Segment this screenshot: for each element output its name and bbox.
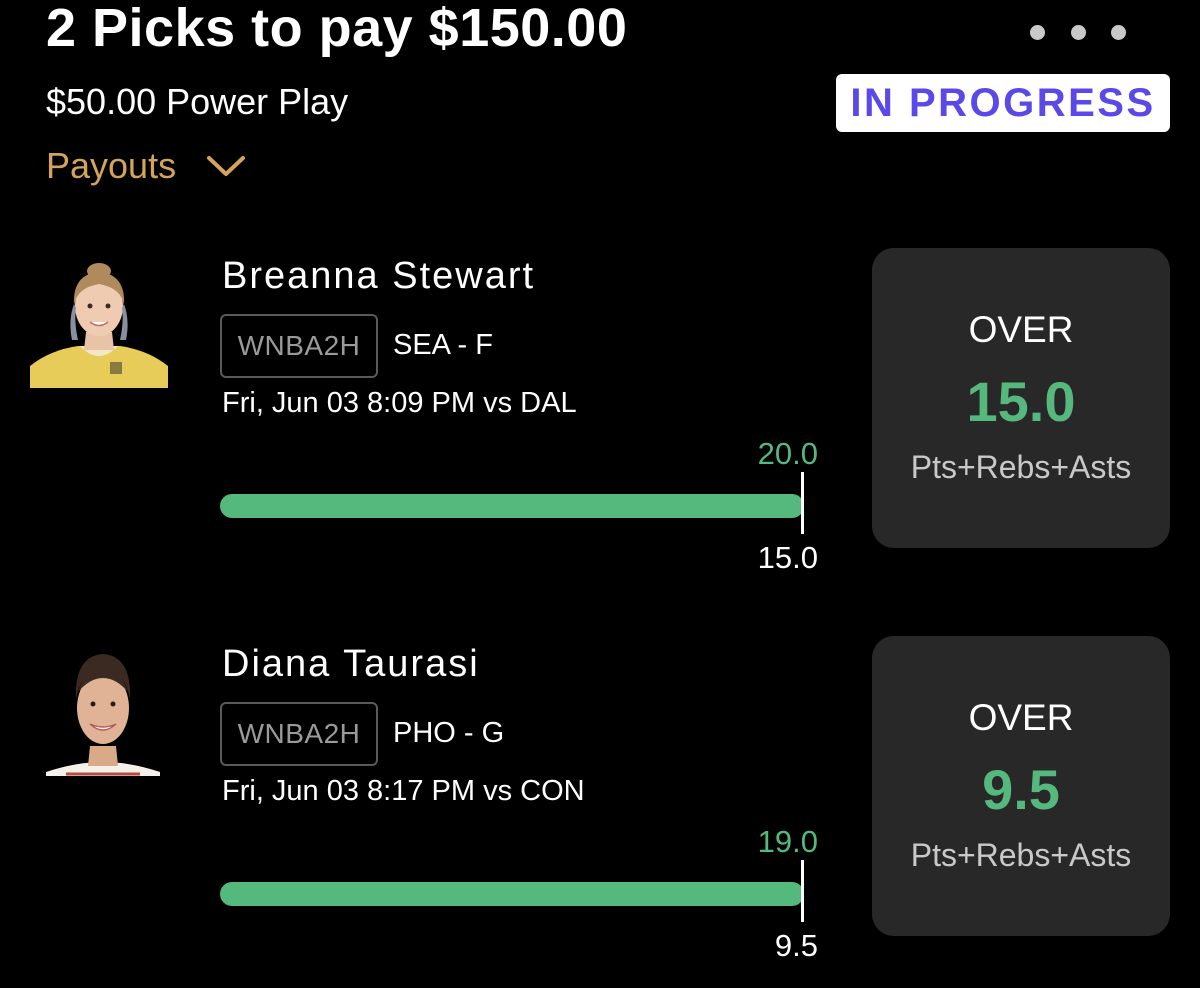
- status-badge: IN PROGRESS: [836, 74, 1170, 132]
- line-marker: [801, 472, 804, 534]
- payouts-toggle[interactable]: Payouts: [46, 146, 246, 186]
- progress-fill: [220, 882, 804, 906]
- line-marker: [801, 860, 804, 922]
- player-name: Diana Taurasi: [222, 643, 480, 685]
- payouts-label: Payouts: [46, 145, 177, 186]
- page-title: 2 Picks to pay $150.00: [46, 0, 628, 58]
- progress-fill: [220, 494, 804, 518]
- pick-card[interactable]: Diana Taurasi WNBA2H PHO - G Fri, Jun 03…: [0, 636, 1200, 976]
- team-position: SEA - F: [393, 329, 493, 361]
- projection-line: 9.5: [982, 758, 1060, 821]
- player-avatar: [46, 642, 160, 776]
- projection-card[interactable]: OVER 9.5 Pts+Rebs+Asts: [872, 636, 1170, 936]
- league-tag: WNBA2H: [220, 314, 378, 378]
- league-tag: WNBA2H: [220, 702, 378, 766]
- stat-type: Pts+Rebs+Asts: [910, 449, 1132, 485]
- more-options-icon[interactable]: [1030, 20, 1126, 44]
- player-avatar: [30, 254, 168, 388]
- progress-bar: [220, 494, 804, 518]
- actual-stat-value: 19.0: [757, 824, 818, 859]
- line-value: 9.5: [774, 928, 818, 963]
- player-name: Breanna Stewart: [222, 255, 536, 297]
- actual-stat-value: 20.0: [757, 436, 818, 471]
- pick-card[interactable]: Breanna Stewart WNBA2H SEA - F Fri, Jun …: [0, 248, 1200, 588]
- dot-icon: [1030, 24, 1045, 40]
- game-time: Fri, Jun 03 8:17 PM vs CON: [222, 775, 585, 807]
- projection-card[interactable]: OVER 15.0 Pts+Rebs+Asts: [872, 248, 1170, 548]
- game-time: Fri, Jun 03 8:09 PM vs DAL: [222, 387, 577, 419]
- entry-summary: $50.00 Power Play: [46, 81, 349, 122]
- line-value: 15.0: [757, 540, 818, 575]
- dot-icon: [1070, 24, 1086, 40]
- pick-direction: OVER: [968, 697, 1074, 738]
- chevron-down-icon: [207, 156, 246, 176]
- projection-line: 15.0: [966, 370, 1076, 433]
- stat-type: Pts+Rebs+Asts: [910, 837, 1132, 873]
- progress-bar: [220, 882, 804, 906]
- team-position: PHO - G: [393, 717, 505, 749]
- dot-icon: [1111, 24, 1126, 40]
- pick-direction: OVER: [968, 309, 1074, 350]
